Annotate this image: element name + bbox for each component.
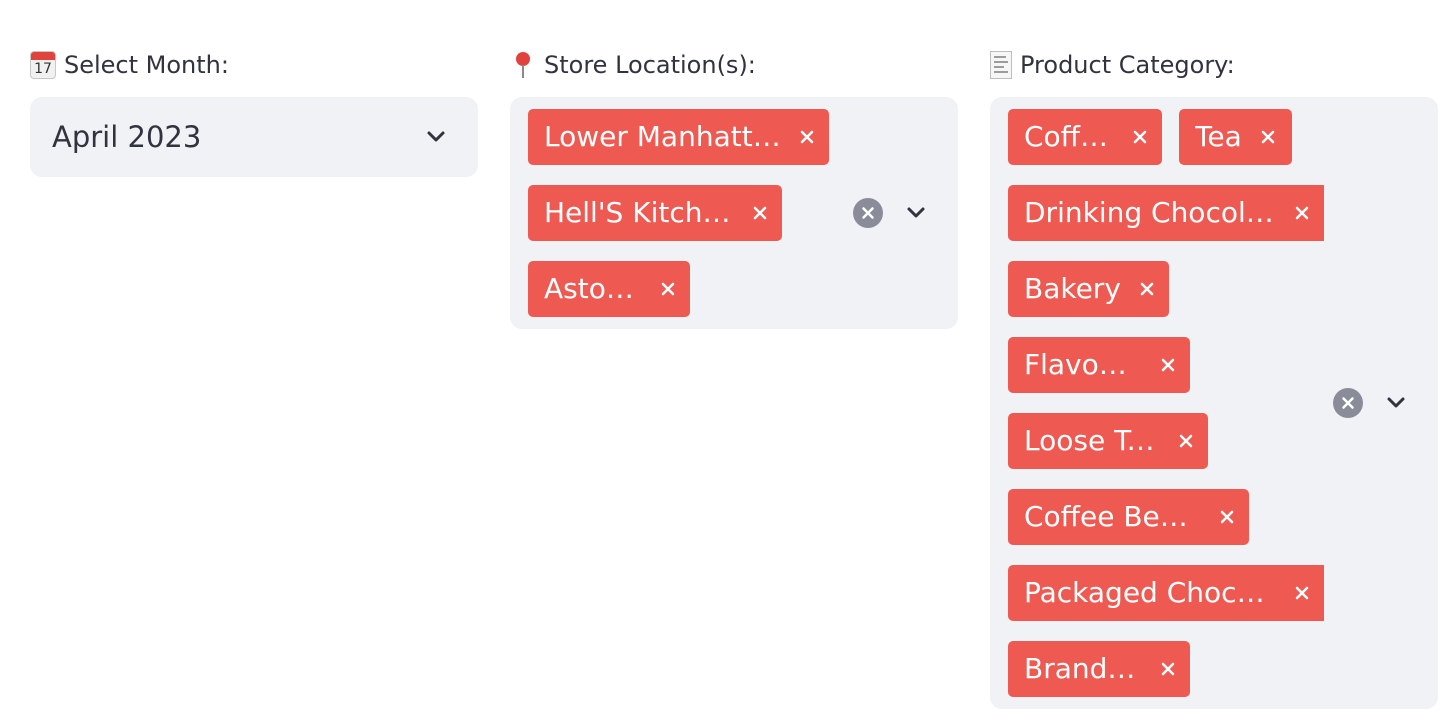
remove-chip-icon[interactable] (1160, 357, 1176, 373)
category-label-text: Product Category: (1020, 51, 1235, 79)
calendar-icon: 17 (30, 51, 56, 79)
clear-all-icon[interactable] (1333, 388, 1363, 418)
store-filter: Store Location(s): (510, 48, 756, 82)
month-select[interactable]: April 2023 (30, 97, 478, 177)
remove-chip-icon[interactable] (1260, 129, 1276, 145)
store-chip: Astoria (528, 261, 690, 317)
pushpin-icon (510, 51, 536, 79)
store-chip: Hell'S Kitchen (528, 185, 782, 241)
remove-chip-icon[interactable] (1219, 509, 1235, 525)
chip-label: Flavours (1024, 348, 1142, 381)
category-chip: Loose Tea (1008, 413, 1208, 469)
chip-label: Coffee (1024, 120, 1114, 153)
category-chip: Packaged Choco… (1008, 565, 1324, 621)
category-chip: Drinking Chocolate (1008, 185, 1324, 241)
category-chip: Flavours (1008, 337, 1190, 393)
chip-label: Branded (1024, 652, 1142, 685)
chip-label: Drinking Chocolate (1024, 196, 1276, 229)
category-chip: Coffee (1008, 109, 1162, 165)
category-filter-label: Product Category: (990, 48, 1235, 82)
chip-label: Packaged Choco… (1024, 576, 1276, 609)
remove-chip-icon[interactable] (1294, 205, 1310, 221)
remove-chip-icon[interactable] (1139, 281, 1155, 297)
month-select-value: April 2023 (52, 120, 202, 154)
chip-label: Bakery (1024, 272, 1121, 305)
remove-chip-icon[interactable] (752, 205, 768, 221)
remove-chip-icon[interactable] (1132, 129, 1148, 145)
store-multiselect[interactable]: Lower Manhattan Hell'S Kitchen Astoria (510, 97, 958, 329)
category-chip: Bakery (1008, 261, 1169, 317)
chevron-down-icon[interactable] (426, 127, 446, 147)
remove-chip-icon[interactable] (1178, 433, 1194, 449)
remove-chip-icon[interactable] (799, 129, 815, 145)
clear-all-icon[interactable] (853, 198, 883, 228)
store-label-text: Store Location(s): (544, 51, 756, 79)
chevron-down-icon[interactable] (1386, 393, 1406, 413)
category-chip: Coffee Beans (1008, 489, 1249, 545)
receipt-icon (990, 51, 1012, 79)
month-filter: 17 Select Month: (30, 48, 229, 82)
chip-label: Hell'S Kitchen (544, 196, 734, 229)
chip-label: Coffee Beans (1024, 500, 1201, 533)
category-chip: Tea (1179, 109, 1292, 165)
store-chip: Lower Manhattan (528, 109, 829, 165)
month-filter-label: 17 Select Month: (30, 48, 229, 82)
category-multiselect[interactable]: Coffee Tea Drinking Chocolate Bakery Fla… (990, 97, 1438, 709)
chip-label: Astoria (544, 272, 642, 305)
store-filter-label: Store Location(s): (510, 48, 756, 82)
chip-label: Lower Manhattan (544, 120, 781, 153)
chevron-down-icon[interactable] (906, 203, 926, 223)
category-filter: Product Category: (990, 48, 1235, 82)
chip-label: Loose Tea (1024, 424, 1160, 457)
chip-label: Tea (1195, 120, 1242, 153)
remove-chip-icon[interactable] (1160, 661, 1176, 677)
category-chip: Branded (1008, 641, 1190, 697)
remove-chip-icon[interactable] (660, 281, 676, 297)
month-label-text: Select Month: (64, 51, 229, 79)
remove-chip-icon[interactable] (1294, 585, 1310, 601)
